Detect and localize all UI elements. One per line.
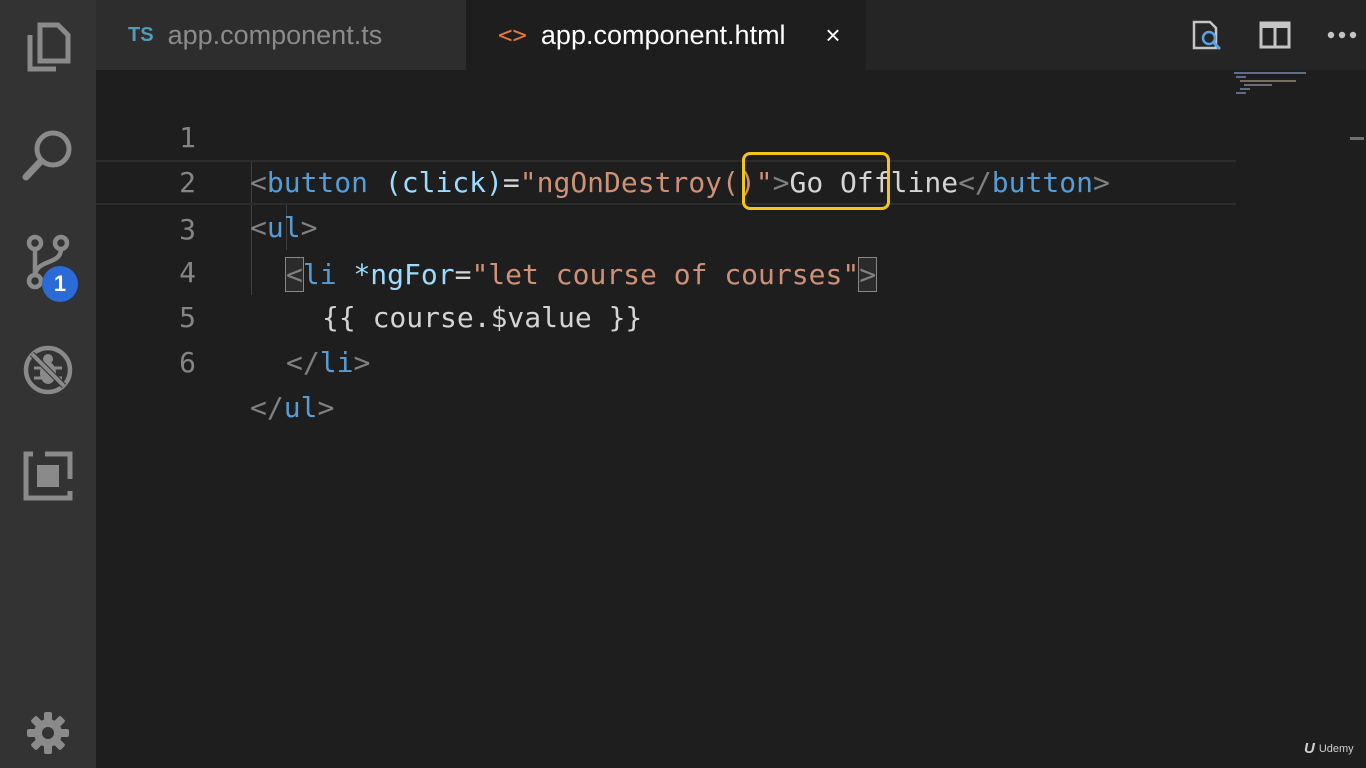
code-editor[interactable]: 1 <button (click)="ngOnDestroy()">Go Off…	[96, 70, 1366, 768]
line-code: </ul>	[250, 391, 335, 424]
scrollbar-indicator[interactable]	[1350, 137, 1364, 140]
udemy-watermark: U Udemy	[1304, 740, 1354, 757]
source-control-badge: 1	[42, 266, 78, 302]
tab-label: app.component.ts	[167, 19, 383, 50]
code-line-5: 5 </li>	[96, 250, 1236, 379]
tab-app-component-html[interactable]: <> app.component.html ×	[466, 0, 866, 70]
split-editor-icon[interactable]	[1254, 14, 1296, 56]
code-line-4: 4 {{ course.$value }}	[96, 205, 1236, 334]
code-line-6: 6 </ul>	[96, 295, 1236, 424]
tab-app-component-ts[interactable]: TS app.component.ts	[96, 0, 466, 70]
open-preview-icon[interactable]	[1186, 14, 1228, 56]
explorer-icon[interactable]	[0, 12, 96, 82]
code-line-3: 3 <li *ngFor="let course of courses">	[96, 160, 1236, 292]
html-file-icon: <>	[498, 21, 527, 49]
typescript-file-icon: TS	[128, 23, 154, 46]
tab-label: app.component.html	[540, 19, 786, 50]
close-tab-icon[interactable]: ×	[818, 20, 848, 50]
code-line-2: 2 <ul>	[96, 115, 1236, 244]
code-line-1: 1 <button (click)="ngOnDestroy()">Go Off…	[96, 70, 1236, 199]
more-actions-icon[interactable]	[1321, 14, 1363, 56]
tabs-bar: TS app.component.ts <> app.component.htm…	[96, 0, 1366, 70]
udemy-logo-icon: U	[1304, 740, 1315, 757]
activity-bar: 1	[0, 0, 96, 768]
courses-highlight-box	[742, 152, 890, 210]
minimap[interactable]	[1234, 70, 1324, 110]
line-number: 6	[179, 346, 196, 379]
extensions-icon[interactable]	[0, 440, 96, 510]
line-code: </li>	[286, 346, 371, 379]
watermark-text: Udemy	[1318, 742, 1354, 755]
settings-gear-icon[interactable]	[0, 698, 96, 768]
debug-icon[interactable]	[0, 335, 96, 405]
search-icon[interactable]	[0, 120, 96, 190]
